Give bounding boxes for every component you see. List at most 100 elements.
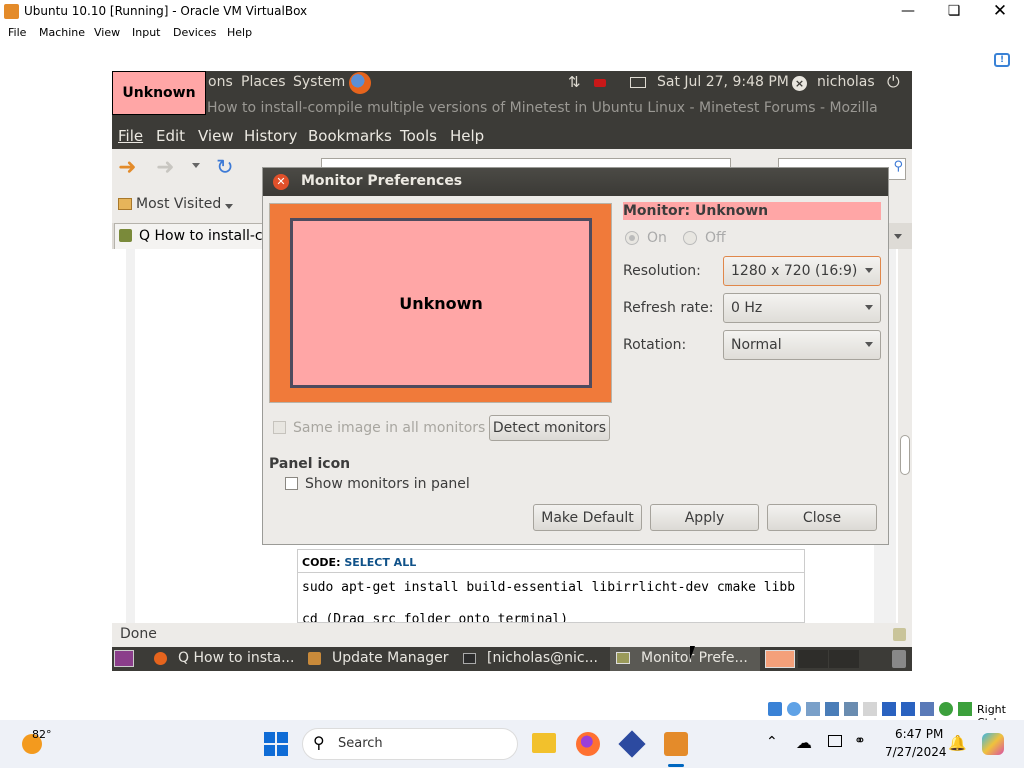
show-monitors-checkbox[interactable]: [285, 477, 298, 490]
make-default-button[interactable]: Make Default: [533, 504, 642, 531]
chevron-up-icon[interactable]: ⌃: [766, 734, 778, 750]
vbox-status-icons[interactable]: [768, 702, 973, 717]
tab-active[interactable]: Q How to install-co: [114, 223, 271, 249]
ff-menu-tools[interactable]: Tools: [400, 127, 437, 145]
keyboard-capture-icon[interactable]: [958, 702, 972, 716]
network-icon[interactable]: ⚭: [854, 733, 866, 749]
host-menu-input[interactable]: Input: [132, 26, 160, 39]
shared-folder-icon[interactable]: [863, 702, 877, 716]
firefox-launcher-icon[interactable]: [349, 72, 371, 94]
monitor-preview-label: Unknown: [399, 293, 483, 313]
applications-menu[interactable]: ons: [208, 74, 233, 90]
dialog-close-icon[interactable]: ✕: [273, 174, 289, 190]
panel-clock[interactable]: Sat Jul 27, 9:48 PM: [657, 74, 789, 90]
network-adapter-icon[interactable]: [825, 702, 839, 716]
monitor-preview[interactable]: Unknown: [290, 218, 592, 388]
most-visited-bookmark[interactable]: Most Visited: [136, 196, 221, 212]
notification-icon[interactable]: !: [994, 53, 1010, 67]
firefox-icon[interactable]: [576, 732, 600, 756]
tab-favicon-icon: [119, 229, 132, 242]
host-menu-machine[interactable]: Machine: [39, 26, 85, 39]
apply-button[interactable]: Apply: [650, 504, 759, 531]
volume-icon[interactable]: [594, 79, 606, 87]
file-explorer-icon[interactable]: [532, 733, 556, 753]
host-menu-help[interactable]: Help: [227, 26, 252, 39]
monitor-label-badge: Unknown: [112, 71, 206, 115]
weather-temp[interactable]: 82°: [32, 728, 52, 741]
ff-menu-view[interactable]: View: [198, 127, 234, 145]
system-menu[interactable]: System: [293, 74, 345, 90]
monitor-arrangement-area[interactable]: Unknown: [269, 203, 612, 403]
workspace-3[interactable]: [829, 650, 859, 668]
display-icon[interactable]: [828, 735, 842, 747]
virtualbox-vm-icon[interactable]: [664, 732, 688, 756]
host-menu-view[interactable]: View: [94, 26, 120, 39]
same-image-checkbox[interactable]: [273, 421, 286, 434]
task-terminal[interactable]: [nicholas@nic...: [457, 647, 607, 671]
back-icon[interactable]: ➜: [118, 155, 136, 180]
ff-menu-bookmarks[interactable]: Bookmarks: [308, 127, 392, 145]
panel-icon-header: Panel icon: [269, 456, 351, 472]
task-monitor-preferences[interactable]: Monitor Prefe...: [610, 647, 760, 671]
recording-icon[interactable]: [901, 702, 915, 716]
history-dropdown-icon[interactable]: [192, 163, 200, 168]
optical-drive-icon[interactable]: [787, 702, 801, 716]
trash-icon[interactable]: [892, 650, 906, 668]
same-image-label: Same image in all monitors: [293, 420, 486, 436]
forward-icon[interactable]: ➜: [156, 155, 174, 180]
task-firefox[interactable]: Q How to insta...: [148, 647, 296, 671]
scrollbar-thumb[interactable]: [900, 435, 910, 475]
mail-icon[interactable]: [630, 77, 646, 88]
radio-on-label: On: [647, 230, 667, 246]
taskbar-date[interactable]: 7/27/2024: [885, 745, 947, 759]
host-menu-file[interactable]: File: [8, 26, 26, 39]
ff-menu-file[interactable]: File: [118, 127, 143, 145]
places-menu[interactable]: Places: [241, 74, 286, 90]
detect-monitors-button[interactable]: Detect monitors: [489, 415, 610, 441]
start-button[interactable]: [264, 732, 288, 756]
power-icon[interactable]: ⏻: [887, 72, 900, 92]
virtualbox-icon[interactable]: [618, 730, 646, 758]
workspace-switcher[interactable]: [765, 650, 795, 668]
code-header: CODE:: [302, 556, 341, 569]
close-button[interactable]: ✕: [977, 0, 1023, 23]
user-status-icon[interactable]: ×: [792, 76, 807, 91]
reload-icon[interactable]: ↻: [216, 155, 234, 179]
host-menu-devices[interactable]: Devices: [173, 26, 216, 39]
tab-list-icon[interactable]: [894, 234, 902, 239]
addon-icon[interactable]: [893, 628, 906, 641]
ff-menu-edit[interactable]: Edit: [156, 127, 185, 145]
cpu-icon[interactable]: [920, 702, 934, 716]
copilot-icon[interactable]: [982, 733, 1004, 755]
task-update-manager[interactable]: Update Manager: [302, 647, 452, 671]
usb-icon[interactable]: [844, 702, 858, 716]
monitor-preferences-dialog: ✕ Monitor Preferences Unknown Monitor: U…: [262, 167, 889, 545]
network-icon[interactable]: ⇅: [568, 73, 581, 91]
resolution-select[interactable]: 1280 x 720 (16:9): [723, 256, 881, 286]
vertical-scrollbar[interactable]: [898, 249, 912, 623]
radio-off[interactable]: [683, 231, 697, 245]
select-all-link[interactable]: SELECT ALL: [344, 556, 416, 569]
ff-menu-help[interactable]: Help: [450, 127, 484, 145]
panel-username[interactable]: nicholas: [817, 74, 875, 90]
workspace-2[interactable]: [798, 650, 828, 668]
hard-disk-icon[interactable]: [768, 702, 782, 716]
taskbar-search[interactable]: ⚲ Search: [302, 728, 518, 760]
show-desktop-icon[interactable]: [114, 650, 134, 667]
rotation-select[interactable]: Normal: [723, 330, 881, 360]
maximize-button[interactable]: ❏: [931, 0, 977, 23]
ff-menu-history[interactable]: History: [244, 127, 297, 145]
radio-on[interactable]: [625, 231, 639, 245]
cloud-off-icon[interactable]: ☁: [796, 733, 812, 752]
bell-icon[interactable]: 🔔: [948, 734, 967, 752]
display-icon[interactable]: [882, 702, 896, 716]
close-dialog-button[interactable]: Close: [767, 504, 877, 531]
mouse-integration-icon[interactable]: [939, 702, 953, 716]
chevron-down-icon: [865, 342, 873, 347]
virtualbox-app-icon: [4, 4, 19, 19]
audio-icon[interactable]: [806, 702, 820, 716]
taskbar-time[interactable]: 6:47 PM: [895, 727, 943, 741]
minimize-button[interactable]: —: [885, 0, 931, 23]
search-icon[interactable]: ⚲: [893, 159, 903, 174]
refresh-rate-select[interactable]: 0 Hz: [723, 293, 881, 323]
